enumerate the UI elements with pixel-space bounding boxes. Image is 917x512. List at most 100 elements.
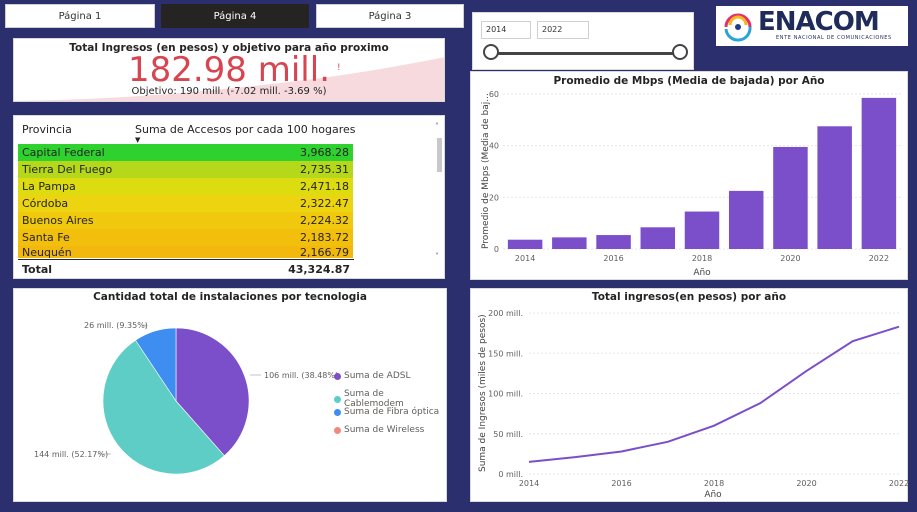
- slicer-end-handle[interactable]: [672, 44, 688, 60]
- bar-chart-xlabel: Año: [693, 268, 711, 278]
- legend-label: Suma de ADSL: [344, 371, 411, 381]
- kpi-goal: Objetivo: 190 mill. (-7.02 mill. -3.69 %…: [131, 86, 327, 97]
- line-xtick-label: 2018: [704, 479, 724, 488]
- legend-item-cablemodem[interactable]: Suma de Cablemodem: [334, 389, 446, 409]
- line-xtick-label: 2022: [889, 479, 909, 488]
- line-chart-card: Total ingresos(en pesos) por año Suma de…: [470, 288, 909, 502]
- bar: [552, 237, 587, 249]
- row-value: 3,968.28: [300, 146, 349, 159]
- scroll-down-icon[interactable]: ˅: [435, 252, 439, 261]
- bar-ytick-label: 0: [494, 245, 499, 254]
- line-chart-xlabel: Año: [704, 490, 722, 500]
- line-ytick-label: 200 mill.: [488, 309, 523, 318]
- bar: [861, 97, 897, 249]
- slicer-from-value: 2014: [486, 25, 507, 34]
- slicer-start-handle[interactable]: [483, 44, 499, 60]
- row-value: 2,224.32: [300, 214, 349, 227]
- legend-item-fibra-optica[interactable]: Suma de Fibra óptica: [334, 407, 439, 417]
- line-chart-svg: Suma de Ingresos (miles de pesos) Año 0 …: [478, 309, 909, 500]
- kpi-card: Total Ingresos (en pesos) y objetivo par…: [13, 38, 445, 102]
- bar: [728, 190, 764, 249]
- scrollbar-thumb[interactable]: [437, 138, 442, 172]
- row-value: 2,166.79: [300, 246, 349, 258]
- legend-label: Suma de Cablemodem: [343, 389, 404, 409]
- row-province: Capital Federal: [22, 146, 105, 159]
- bar: [640, 227, 676, 249]
- bar-xtick-label: 2022: [869, 254, 889, 263]
- bar-ytick-label: 40: [489, 142, 499, 151]
- bar-chart-card: Promedio de Mbps (Media de bajada) por A…: [470, 71, 908, 280]
- bar-ytick-label: 20: [489, 193, 499, 202]
- row-value: 2,471.18: [300, 180, 349, 193]
- year-slicer: 2014 2022: [472, 12, 694, 70]
- scroll-up-icon[interactable]: ˄: [435, 122, 439, 131]
- bar-xtick-label: 2014: [515, 254, 535, 263]
- enacom-logo: ENACOM ENTE NACIONAL DE COMUNICACIONES: [716, 6, 908, 46]
- row-value: 2,735.31: [300, 163, 349, 176]
- tab-pagina-3[interactable]: Página 3: [316, 4, 464, 28]
- line-ytick-label: 0 mill.: [498, 470, 523, 479]
- table-row[interactable]: Santa Fe 2,183.72: [18, 229, 353, 246]
- tab-pagina-1[interactable]: Página 1: [5, 4, 155, 28]
- total-label: Total: [22, 263, 53, 276]
- tab-pagina-4[interactable]: Página 4: [161, 4, 309, 28]
- bar: [684, 211, 720, 249]
- slicer-track[interactable]: [491, 52, 681, 55]
- logo-text: ENACOM: [758, 7, 880, 37]
- slicer-to-input[interactable]: 2022: [537, 21, 589, 39]
- legend-dot: [334, 426, 341, 434]
- legend-dot: [334, 395, 341, 403]
- tab-label: Página 1: [58, 10, 102, 22]
- table-row[interactable]: Córdoba 2,322.47: [18, 195, 353, 212]
- pie-label-adsl: 106 mill. (38.48%): [264, 371, 338, 380]
- bar-chart-ylabel: Promedio de Mbps (Media de baj...: [481, 93, 491, 249]
- line-xtick-label: 2014: [519, 479, 539, 488]
- column-header-accesos[interactable]: Suma de Accesos por cada 100 hogares: [135, 123, 355, 136]
- slicer-from-input[interactable]: 2014: [481, 21, 531, 39]
- line-chart-ylabel: Suma de Ingresos (miles de pesos): [478, 314, 488, 472]
- line-xtick-label: 2016: [611, 479, 631, 488]
- pie-label-cablemodem: 144 mill. (52.17%): [34, 450, 108, 459]
- row-province: Buenos Aires: [22, 214, 94, 227]
- legend-dot: [334, 408, 341, 416]
- line-ytick-label: 150 mill.: [488, 349, 523, 358]
- tab-label: Página 3: [368, 10, 412, 22]
- row-value: 2,322.47: [300, 197, 349, 210]
- tab-label: Página 4: [213, 10, 257, 22]
- bar: [596, 235, 631, 249]
- logo-subtitle: ENTE NACIONAL DE COMUNICACIONES: [776, 35, 892, 41]
- legend-label: Suma de Wireless: [344, 425, 425, 435]
- row-province: La Pampa: [22, 180, 76, 193]
- bar-chart-svg: Promedio de Mbps (Media de baj... Año 0 2…: [481, 90, 901, 278]
- legend-label: Suma de Fibra óptica: [344, 407, 440, 417]
- table-total-row: Total 43,324.87: [18, 259, 354, 278]
- row-province: Córdoba: [22, 197, 69, 210]
- slicer-to-value: 2022: [542, 25, 563, 34]
- bar-xtick-label: 2020: [780, 254, 800, 263]
- bar: [817, 126, 852, 249]
- table-row[interactable]: Tierra Del Fuego 2,735.31: [18, 161, 353, 178]
- row-province: Santa Fe: [22, 231, 70, 244]
- pie-label-fibra: 26 mill. (9.35%): [84, 321, 148, 330]
- table-row[interactable]: La Pampa 2,471.18: [18, 178, 353, 195]
- legend-item-adsl[interactable]: Suma de ADSL: [334, 371, 411, 381]
- bar-xtick-label: 2016: [603, 254, 623, 263]
- total-value: 43,324.87: [288, 263, 350, 276]
- bar: [773, 146, 808, 249]
- table-row[interactable]: Buenos Aires 2,224.32: [18, 212, 353, 229]
- table-row[interactable]: Neuquén 2,166.79: [18, 246, 353, 258]
- row-province: Neuquén: [22, 246, 72, 258]
- bar-xtick-label: 2018: [692, 254, 712, 263]
- line-series: [528, 325, 900, 463]
- legend-item-wireless[interactable]: Suma de Wireless: [334, 425, 424, 435]
- bar: [507, 239, 543, 249]
- column-header-provincia[interactable]: Provincia: [22, 123, 72, 136]
- pie-chart-card: Cantidad total de instalaciones por tecn…: [13, 288, 447, 502]
- sort-desc-icon[interactable]: ▼: [135, 136, 140, 144]
- row-value: 2,183.72: [300, 231, 349, 244]
- kpi-value: 182.98 mill.: [127, 50, 331, 90]
- line-ytick-label: 50 mill.: [493, 430, 523, 439]
- bar-ytick-label: 60: [489, 90, 499, 99]
- table-row[interactable]: Capital Federal 3,968.28: [18, 144, 353, 161]
- enacom-logo-mark: [724, 13, 752, 42]
